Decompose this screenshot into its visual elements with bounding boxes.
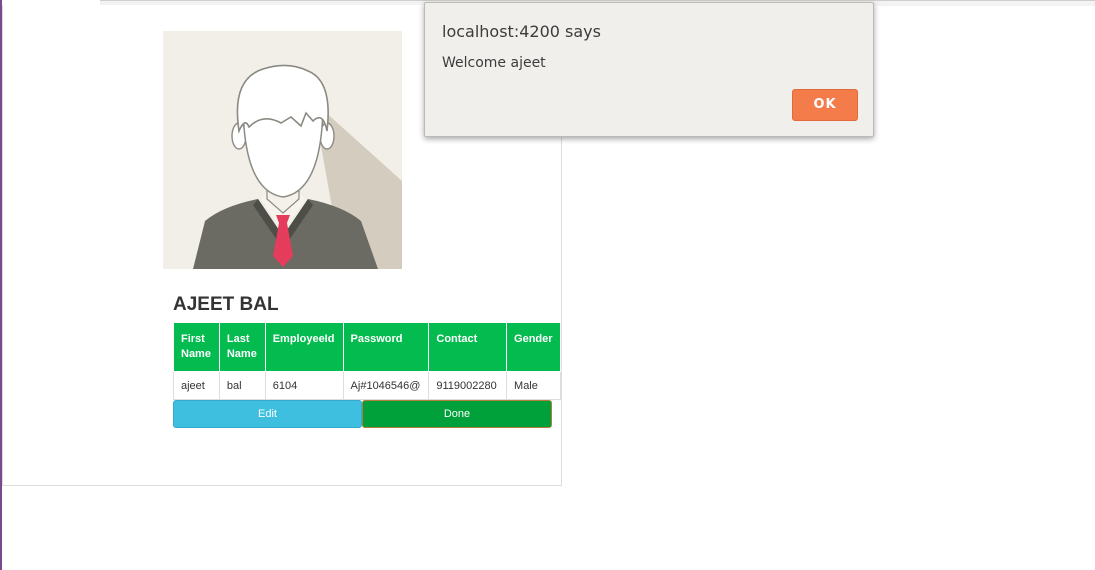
cell-first-name: ajeet <box>173 371 220 400</box>
dialog-title: localhost:4200 says <box>442 22 601 41</box>
cell-last-name: bal <box>218 371 266 400</box>
cell-gender: Male <box>506 371 561 400</box>
table-row: ajeet bal 6104 Aj#1046546@ 9119002280 Ma… <box>173 371 561 400</box>
cell-password: Aj#1046546@ <box>342 371 430 400</box>
avatar <box>163 31 402 269</box>
alert-dialog: localhost:4200 says Welcome ajeet OK <box>424 2 874 137</box>
header-gender: Gender <box>506 322 561 372</box>
employee-name: AJEET BAL <box>173 294 279 315</box>
header-first-name: First Name <box>173 322 220 372</box>
table-header-row: First Name Last Name EmployeeId Password… <box>173 322 561 372</box>
cell-employee-id: 6104 <box>264 371 344 400</box>
ok-button[interactable]: OK <box>792 89 858 121</box>
employee-table: First Name Last Name EmployeeId Password… <box>173 322 561 400</box>
edit-button[interactable]: Edit <box>173 400 362 428</box>
cell-contact: 9119002280 <box>428 371 508 400</box>
header-password: Password <box>342 322 430 372</box>
dialog-message: Welcome ajeet <box>442 55 546 71</box>
header-last-name: Last Name <box>218 322 266 372</box>
header-contact: Contact <box>428 322 508 372</box>
header-employee-id: EmployeeId <box>264 322 344 372</box>
done-button[interactable]: Done <box>362 400 552 428</box>
